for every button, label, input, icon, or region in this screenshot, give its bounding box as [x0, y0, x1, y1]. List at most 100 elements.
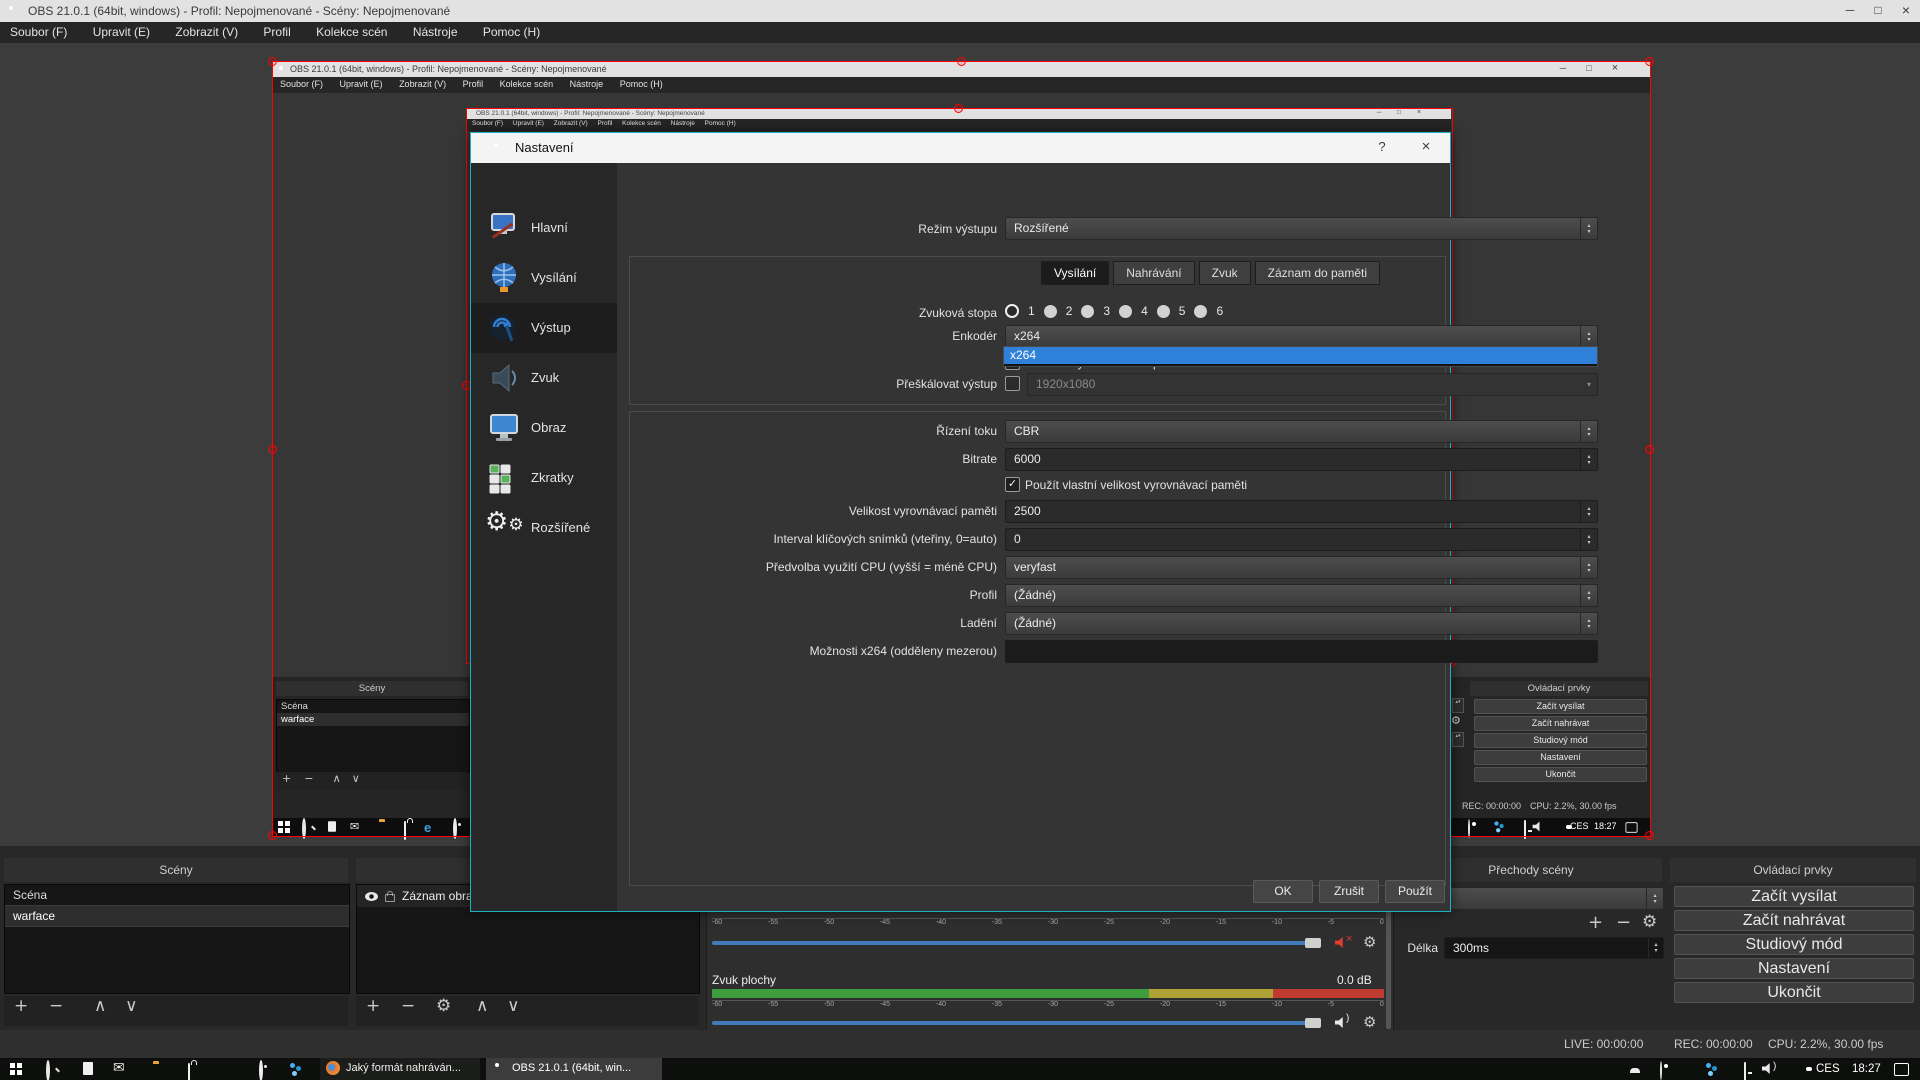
- mail-icon[interactable]: ✉: [113, 1060, 125, 1076]
- capture1-handle-bottom-right[interactable]: [1645, 831, 1654, 840]
- rate-control-select[interactable]: CBR ▴ ▾: [1005, 420, 1598, 443]
- tab-audio[interactable]: Zvuk: [1198, 261, 1251, 285]
- scene-up-icon[interactable]: ∧: [94, 996, 106, 1016]
- capture1-handle-top-left[interactable]: [268, 57, 277, 66]
- tune-select[interactable]: (Žádné) ▴ ▾: [1005, 612, 1598, 635]
- tray-network-app-icon[interactable]: [1706, 1063, 1711, 1068]
- capture2-handle-top-center[interactable]: [954, 104, 963, 113]
- mixer-row2-volume-icon[interactable]: [1335, 1017, 1343, 1028]
- start-recording-button[interactable]: Začít nahrávat: [1674, 910, 1914, 931]
- add-source-icon[interactable]: +: [366, 996, 380, 1016]
- output-mode-select[interactable]: Rozšířené ▴ ▾: [1005, 217, 1598, 240]
- tab-recording[interactable]: Nahrávání: [1113, 261, 1195, 285]
- track3-radio[interactable]: [1081, 304, 1095, 318]
- spinner-arrows-icon[interactable]: ▴ ▾: [1580, 613, 1597, 634]
- add-transition-icon[interactable]: +: [1588, 912, 1603, 933]
- taskbar-app-firefox[interactable]: Jaký formát nahráván...: [320, 1058, 480, 1080]
- remove-source-icon[interactable]: −: [401, 996, 415, 1016]
- spinner-arrows-icon[interactable]: ▴ ▾: [1648, 938, 1663, 958]
- tray-volume-icon[interactable]: [1762, 1063, 1770, 1074]
- tray-display-icon[interactable]: [1744, 1062, 1746, 1080]
- sidebar-item-hotkeys[interactable]: Zkratky: [471, 453, 617, 503]
- keyframe-interval-field[interactable]: 0 ▴ ▾: [1005, 528, 1598, 551]
- source-properties-gear-icon[interactable]: ⚙: [436, 996, 451, 1016]
- scene-row-selected[interactable]: warface: [5, 905, 349, 927]
- encoder-select[interactable]: x264 ▴ ▾: [1005, 325, 1598, 348]
- dialog-help-button[interactable]: ?: [1367, 139, 1397, 154]
- tray-obs-icon[interactable]: [1660, 1061, 1662, 1080]
- spinner-arrows-icon[interactable]: ▴ ▾: [1580, 529, 1597, 550]
- menu-view[interactable]: Zobrazit (V): [175, 25, 238, 39]
- mixer-row1-volume-slider[interactable]: [712, 941, 1317, 945]
- spinner-arrows-icon[interactable]: ▴ ▾: [1580, 421, 1597, 442]
- taskbar-app-obs[interactable]: OBS 21.0.1 (64bit, win...: [486, 1058, 662, 1080]
- sidebar-item-video[interactable]: Obraz: [471, 403, 617, 453]
- close-button[interactable]: ×: [1892, 2, 1920, 18]
- dialog-close-button[interactable]: ×: [1411, 138, 1441, 155]
- spinner-arrows-icon[interactable]: ▴ ▾: [1580, 501, 1597, 522]
- capture1-handle-mid-right[interactable]: [1645, 445, 1654, 454]
- tray-notifications-icon[interactable]: [1894, 1063, 1909, 1076]
- spinner-arrows-icon[interactable]: ▴ ▾: [1580, 557, 1597, 578]
- menu-scene-collection[interactable]: Kolekce scén: [316, 25, 387, 39]
- tray-clock[interactable]: 18:27: [1852, 1063, 1881, 1075]
- sidebar-item-stream[interactable]: Vysílání: [471, 253, 617, 303]
- settings-button[interactable]: Nastavení: [1674, 958, 1914, 979]
- source-up-icon[interactable]: ∧: [476, 996, 488, 1016]
- mixer-row1-gear-icon[interactable]: ⚙: [1363, 933, 1376, 951]
- capture1-handle-top-center[interactable]: [957, 57, 966, 66]
- scene-down-icon[interactable]: ∨: [125, 996, 137, 1016]
- menu-edit[interactable]: Upravit (E): [93, 25, 150, 39]
- maximize-button[interactable]: □: [1864, 3, 1892, 17]
- tab-replay-buffer[interactable]: Záznam do paměti: [1254, 261, 1381, 285]
- mixer-row2-slider-handle[interactable]: [1305, 1018, 1321, 1028]
- target-app-icon[interactable]: [259, 1060, 263, 1080]
- spinner-arrows-icon[interactable]: ▴ ▾: [1580, 326, 1597, 347]
- remove-scene-icon[interactable]: −: [49, 996, 63, 1016]
- profile-select[interactable]: (Žádné) ▴ ▾: [1005, 584, 1598, 607]
- tray-locale[interactable]: CES: [1816, 1063, 1840, 1075]
- scene-row[interactable]: Scéna: [5, 885, 349, 905]
- store-icon[interactable]: [188, 1063, 190, 1080]
- capture1-handle-bottom-left[interactable]: [268, 831, 277, 840]
- start-streaming-button[interactable]: Začít vysílat: [1674, 886, 1914, 907]
- track4-radio[interactable]: [1119, 304, 1133, 318]
- spinner-arrows-icon[interactable]: ▴ ▾: [1580, 218, 1597, 239]
- mixer-row2-gear-icon[interactable]: ⚙: [1363, 1013, 1376, 1031]
- capture1-handle-mid-left[interactable]: [268, 445, 277, 454]
- menu-help[interactable]: Pomoc (H): [483, 25, 540, 39]
- menu-profile[interactable]: Profil: [263, 25, 290, 39]
- cancel-button[interactable]: Zrušit: [1319, 880, 1379, 903]
- exit-button[interactable]: Ukončit: [1674, 982, 1914, 1003]
- tab-streaming[interactable]: Vysílání: [1041, 261, 1110, 285]
- track1-radio[interactable]: [1005, 304, 1019, 318]
- mixer-row1-slider-handle[interactable]: [1305, 938, 1321, 948]
- track6-radio[interactable]: [1194, 304, 1208, 318]
- capture1-handle-top-right[interactable]: [1645, 57, 1654, 66]
- rescale-select-disabled[interactable]: 1920x1080 ▾: [1027, 373, 1598, 396]
- studio-mode-button[interactable]: Studiový mód: [1674, 934, 1914, 955]
- start-button[interactable]: [10, 1063, 15, 1068]
- taskbar-search-icon[interactable]: [46, 1060, 50, 1080]
- mixer-row2-volume-slider[interactable]: [712, 1021, 1317, 1025]
- add-scene-icon[interactable]: +: [14, 996, 28, 1016]
- sidebar-item-output[interactable]: Výstup: [471, 303, 617, 353]
- duration-field[interactable]: 300ms ▴ ▾: [1444, 937, 1664, 959]
- x264-options-field[interactable]: [1005, 640, 1598, 663]
- minimize-button[interactable]: ─: [1836, 3, 1864, 17]
- sidebar-item-audio[interactable]: Zvuk: [471, 353, 617, 403]
- bitrate-field[interactable]: 6000 ▴ ▾: [1005, 448, 1598, 471]
- network-app-icon[interactable]: [290, 1063, 295, 1068]
- cpu-preset-select[interactable]: veryfast ▴ ▾: [1005, 556, 1598, 579]
- track5-radio[interactable]: [1156, 304, 1170, 318]
- remove-transition-icon[interactable]: −: [1616, 912, 1631, 933]
- menu-file[interactable]: Soubor (F): [10, 25, 67, 39]
- buffer-size-field[interactable]: 2500 ▴ ▾: [1005, 500, 1598, 523]
- sidebar-item-advanced[interactable]: ⚙⚙ Rozšířené: [471, 503, 617, 553]
- transition-gear-icon[interactable]: ⚙: [1642, 912, 1657, 932]
- track2-radio[interactable]: [1043, 304, 1057, 318]
- encoder-popup-item-selected[interactable]: x264: [1004, 347, 1597, 364]
- source-down-icon[interactable]: ∨: [507, 996, 519, 1016]
- menu-tools[interactable]: Nástroje: [413, 25, 458, 39]
- rescale-checkbox[interactable]: [1005, 376, 1020, 391]
